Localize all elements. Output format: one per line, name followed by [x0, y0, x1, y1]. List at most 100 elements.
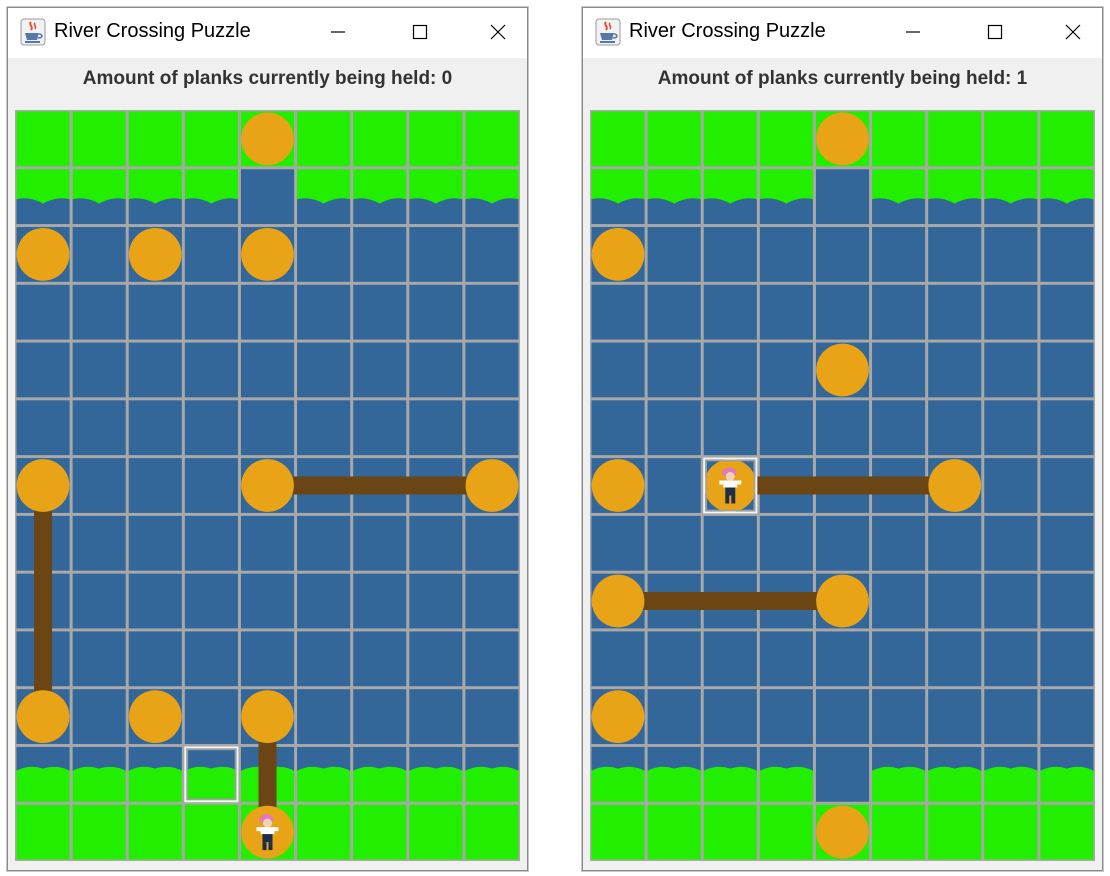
water-tile[interactable] [182, 398, 240, 458]
water-tile[interactable] [1038, 744, 1095, 804]
water-tile[interactable] [463, 687, 520, 746]
water-tile[interactable] [70, 167, 128, 227]
water-tile[interactable] [757, 282, 815, 342]
water-tile[interactable] [463, 629, 520, 689]
water-tile[interactable] [982, 167, 1040, 227]
water-tile[interactable] [182, 687, 240, 746]
water-tile[interactable] [645, 282, 703, 342]
water-tile[interactable] [701, 687, 759, 746]
water-tile[interactable] [463, 571, 520, 631]
grass-tile[interactable] [15, 110, 72, 169]
grass-tile[interactable] [182, 110, 240, 169]
water-tile[interactable] [238, 398, 297, 458]
water-tile[interactable] [982, 225, 1040, 284]
grass-tile[interactable] [926, 110, 984, 169]
water-tile[interactable] [463, 744, 520, 804]
grass-tile[interactable] [982, 802, 1040, 861]
grass-tile[interactable] [463, 802, 520, 861]
water-tile[interactable] [70, 398, 128, 458]
water-tile[interactable] [813, 225, 872, 284]
water-tile[interactable] [182, 513, 240, 573]
stump[interactable] [16, 690, 70, 743]
water-tile[interactable] [926, 513, 984, 573]
water-tile[interactable] [701, 629, 759, 689]
water-tile[interactable] [813, 513, 872, 573]
stump[interactable] [128, 228, 182, 281]
board-grid[interactable] [15, 110, 520, 861]
water-tile[interactable] [645, 398, 703, 458]
water-tile[interactable] [870, 282, 928, 342]
water-tile[interactable] [1038, 456, 1095, 515]
stump[interactable] [241, 459, 294, 512]
water-tile[interactable] [182, 340, 240, 400]
water-tile[interactable] [15, 167, 72, 227]
grass-tile[interactable] [590, 802, 647, 861]
stump[interactable] [16, 228, 70, 281]
water-tile[interactable] [295, 744, 353, 804]
water-tile[interactable] [15, 340, 72, 400]
grass-tile[interactable] [407, 802, 465, 861]
grass-tile[interactable] [701, 110, 759, 169]
title-bar[interactable]: River Crossing Puzzle [583, 8, 1102, 58]
water-tile[interactable] [926, 687, 984, 746]
close-button[interactable] [1050, 14, 1096, 50]
water-tile[interactable] [182, 225, 240, 284]
water-tile[interactable] [295, 513, 353, 573]
water-tile[interactable] [926, 225, 984, 284]
grass-tile[interactable] [351, 802, 409, 861]
water-tile[interactable] [870, 225, 928, 284]
water-tile[interactable] [182, 167, 240, 227]
water-tile[interactable] [757, 687, 815, 746]
water-tile[interactable] [295, 340, 353, 400]
grass-tile[interactable] [870, 802, 928, 861]
stump[interactable] [128, 690, 182, 743]
water-tile[interactable] [757, 398, 815, 458]
stump[interactable] [591, 459, 645, 512]
water-tile[interactable] [238, 340, 297, 400]
water-tile[interactable] [463, 282, 520, 342]
water-tile[interactable] [870, 571, 928, 631]
stump[interactable] [16, 459, 70, 512]
water-tile[interactable] [15, 398, 72, 458]
water-tile[interactable] [645, 456, 703, 515]
water-tile[interactable] [1038, 629, 1095, 689]
water-tile[interactable] [590, 744, 647, 804]
water-tile[interactable] [182, 571, 240, 631]
water-tile[interactable] [351, 687, 409, 746]
water-tile[interactable] [870, 629, 928, 689]
stump[interactable] [465, 459, 519, 512]
stump[interactable] [241, 112, 294, 166]
minimize-button[interactable] [315, 14, 361, 50]
water-tile[interactable] [15, 282, 72, 342]
water-tile[interactable] [982, 282, 1040, 342]
water-tile[interactable] [351, 167, 409, 227]
water-tile[interactable] [1038, 398, 1095, 458]
water-tile[interactable] [926, 629, 984, 689]
grass-tile[interactable] [126, 802, 184, 861]
water-tile[interactable] [295, 687, 353, 746]
water-tile[interactable] [757, 340, 815, 400]
water-tile[interactable] [407, 629, 465, 689]
grass-tile[interactable] [70, 110, 128, 169]
water-tile[interactable] [870, 398, 928, 458]
water-tile[interactable] [590, 282, 647, 342]
water-tile[interactable] [813, 167, 872, 227]
water-tile[interactable] [351, 340, 409, 400]
grass-tile[interactable] [182, 802, 240, 861]
water-tile[interactable] [351, 398, 409, 458]
water-tile[interactable] [70, 340, 128, 400]
water-tile[interactable] [238, 513, 297, 573]
grass-tile[interactable] [870, 110, 928, 169]
stump[interactable] [816, 343, 869, 397]
water-tile[interactable] [70, 744, 128, 804]
water-tile[interactable] [70, 282, 128, 342]
water-tile[interactable] [645, 225, 703, 284]
stump[interactable] [591, 690, 645, 743]
grass-tile[interactable] [407, 110, 465, 169]
water-tile[interactable] [701, 282, 759, 342]
water-tile[interactable] [126, 629, 184, 689]
water-tile[interactable] [701, 744, 759, 804]
water-tile[interactable] [70, 225, 128, 284]
water-tile[interactable] [982, 513, 1040, 573]
water-tile[interactable] [982, 571, 1040, 631]
